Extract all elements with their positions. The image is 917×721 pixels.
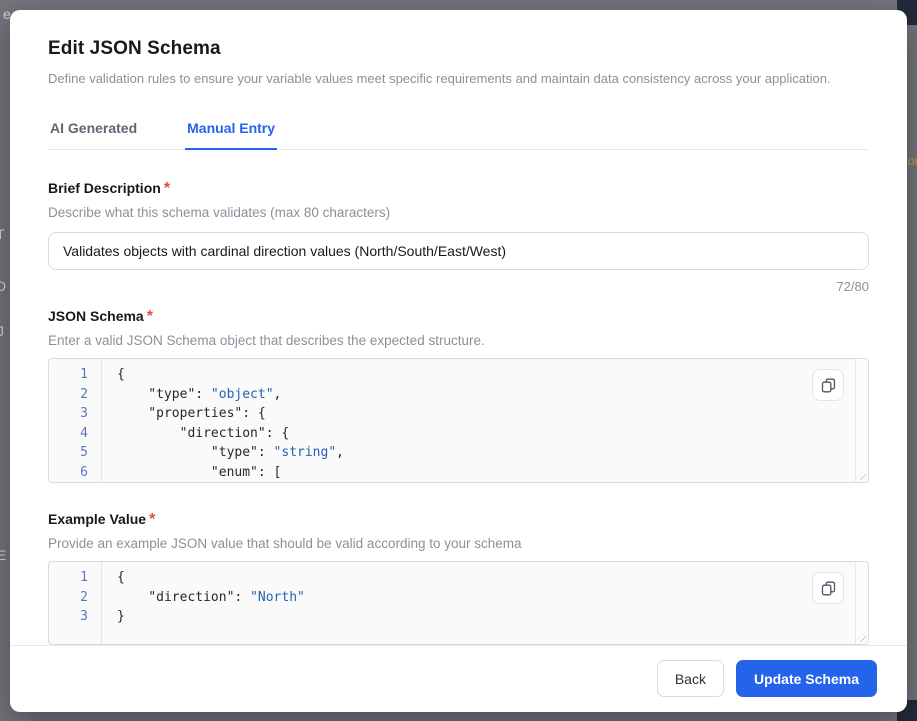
required-asterisk: * bbox=[149, 511, 155, 528]
json-schema-code[interactable]: 1{2 "type": "object",3 "properties": {4 … bbox=[49, 359, 868, 483]
json-schema-label: JSON Schema bbox=[48, 308, 144, 324]
line-number: 4 bbox=[49, 424, 101, 444]
code-line: 5 "type": "string", bbox=[49, 443, 868, 463]
code-line: 2 "type": "object", bbox=[49, 385, 868, 405]
code-line: 3 "properties": { bbox=[49, 404, 868, 424]
example-value-helper: Provide an example JSON value that shoul… bbox=[48, 536, 869, 551]
bg-text-fragment: or bbox=[907, 153, 917, 168]
brief-description-label-row: Brief Description* bbox=[48, 180, 869, 198]
code-line: 7 "North", bbox=[49, 482, 868, 483]
tab-manual-entry[interactable]: Manual Entry bbox=[185, 112, 277, 150]
code-line: 1{ bbox=[49, 568, 868, 588]
line-number: 1 bbox=[49, 568, 101, 588]
bg-text-fragment: J bbox=[0, 323, 4, 339]
required-asterisk: * bbox=[164, 180, 170, 197]
bg-text-fragment: D bbox=[0, 278, 6, 294]
code-line: 3} bbox=[49, 607, 868, 627]
modal-title: Edit JSON Schema bbox=[48, 38, 869, 60]
bg-text-fragment: E bbox=[0, 547, 6, 563]
copy-icon bbox=[821, 378, 836, 393]
tab-ai-generated[interactable]: AI Generated bbox=[48, 112, 139, 149]
json-schema-editor[interactable]: 1{2 "type": "object",3 "properties": {4 … bbox=[48, 358, 869, 483]
example-value-editor[interactable]: 1{2 "direction": "North"3} bbox=[48, 561, 869, 645]
editor-scrollbar[interactable] bbox=[855, 562, 868, 644]
line-number: 3 bbox=[49, 404, 101, 424]
editor-scrollbar[interactable] bbox=[855, 359, 868, 482]
brief-description-input[interactable] bbox=[48, 232, 869, 270]
modal-subtitle: Define validation rules to ensure your v… bbox=[48, 71, 869, 86]
code-line: 2 "direction": "North" bbox=[49, 588, 868, 608]
example-value-code[interactable]: 1{2 "direction": "North"3} bbox=[49, 562, 868, 627]
line-number: 1 bbox=[49, 365, 101, 385]
code-line: 1{ bbox=[49, 365, 868, 385]
brief-description-helper: Describe what this schema validates (max… bbox=[48, 205, 869, 220]
code-line: 4 "direction": { bbox=[49, 424, 868, 444]
bg-text-fragment: T bbox=[0, 226, 5, 242]
copy-icon bbox=[821, 581, 836, 596]
edit-json-schema-modal: Edit JSON Schema Define validation rules… bbox=[10, 10, 907, 712]
code-line: 6 "enum": [ bbox=[49, 463, 868, 483]
brief-description-section: Brief Description* Describe what this sc… bbox=[48, 180, 869, 294]
modal-footer: Back Update Schema bbox=[10, 645, 907, 712]
line-number: 5 bbox=[49, 443, 101, 463]
brief-description-label: Brief Description bbox=[48, 180, 161, 196]
update-schema-button[interactable]: Update Schema bbox=[736, 660, 877, 697]
json-schema-helper: Enter a valid JSON Schema object that de… bbox=[48, 333, 869, 348]
example-value-label-row: Example Value* bbox=[48, 511, 869, 529]
back-button[interactable]: Back bbox=[657, 660, 724, 697]
line-number: 2 bbox=[49, 588, 101, 608]
line-number: 2 bbox=[49, 385, 101, 405]
line-number: 3 bbox=[49, 607, 101, 627]
json-schema-label-row: JSON Schema* bbox=[48, 308, 869, 326]
copy-button[interactable] bbox=[812, 369, 844, 401]
tab-bar: AI Generated Manual Entry bbox=[48, 112, 869, 150]
example-value-label: Example Value bbox=[48, 511, 146, 527]
copy-button[interactable] bbox=[812, 572, 844, 604]
example-value-section: Example Value* Provide an example JSON v… bbox=[48, 511, 869, 645]
json-schema-section: JSON Schema* Enter a valid JSON Schema o… bbox=[48, 308, 869, 483]
modal-body: Edit JSON Schema Define validation rules… bbox=[10, 10, 907, 645]
required-asterisk: * bbox=[147, 308, 153, 325]
line-number: 6 bbox=[49, 463, 101, 483]
character-counter: 72/80 bbox=[48, 279, 869, 294]
line-number: 7 bbox=[49, 482, 101, 483]
